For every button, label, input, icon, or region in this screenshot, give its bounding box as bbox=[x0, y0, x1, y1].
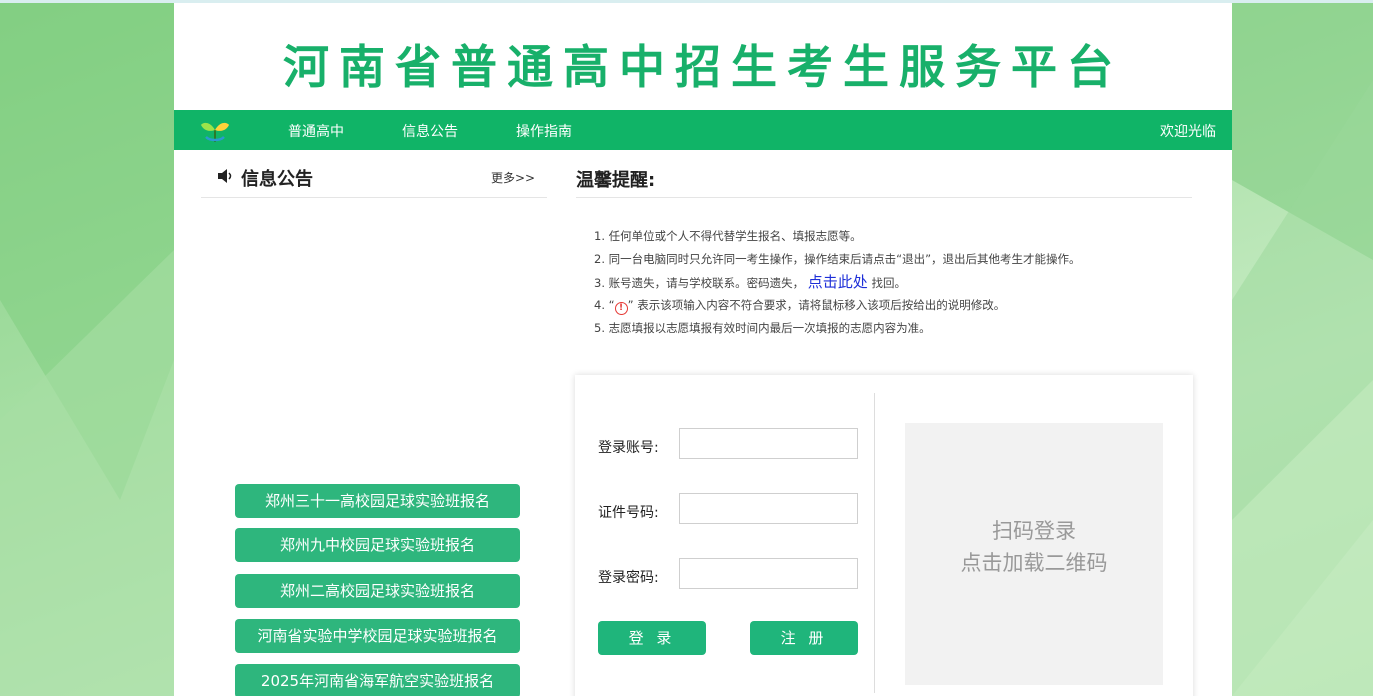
reminder-item-4-suffix: ” 表示该项输入内容不符合要求，请将鼠标移入该项后按给出的说明修改。 bbox=[627, 298, 1006, 312]
reminder-item-3-suffix: 找回。 bbox=[871, 276, 906, 290]
panel-divider bbox=[874, 393, 875, 693]
id-number-label: 证件号码: bbox=[598, 505, 659, 521]
reminder-item-4: 4. “!” 表示该项输入内容不符合要求，请将鼠标移入该项后按给出的说明修改。 bbox=[594, 294, 1214, 317]
reminder-item-4-prefix: 4. “ bbox=[594, 298, 615, 312]
reminder-item-2: 2. 同一台电脑同时只允许同一考生操作，操作结束后请点击“退出”，退出后其他考生… bbox=[594, 252, 1081, 266]
signup-button-zz2-football[interactable]: 郑州二高校园足球实验班报名 bbox=[235, 574, 520, 608]
reminder-list: 1. 任何单位或个人不得代替学生报名、填报志愿等。 2. 同一台电脑同时只允许同… bbox=[594, 225, 1214, 340]
qr-load-hint: 点击加载二维码 bbox=[960, 551, 1108, 575]
qr-login-title: 扫码登录 bbox=[992, 519, 1076, 543]
password-label: 登录密码: bbox=[598, 570, 659, 586]
reminder-item-3-prefix: 3. 账号遗失，请与学校联系。密码遗失， bbox=[594, 276, 805, 290]
id-number-input[interactable] bbox=[679, 493, 858, 524]
account-label: 登录账号: bbox=[598, 440, 659, 456]
news-title: 信息公告 bbox=[241, 169, 313, 190]
welcome-text: 欢迎光临 bbox=[1160, 124, 1216, 140]
password-input[interactable] bbox=[679, 558, 858, 589]
login-button[interactable]: 登 录 bbox=[598, 621, 706, 655]
qr-login-box[interactable]: 扫码登录 点击加载二维码 bbox=[905, 423, 1163, 685]
nav-item-high-school[interactable]: 普通高中 bbox=[288, 121, 344, 141]
nav-item-announcements[interactable]: 信息公告 bbox=[402, 121, 458, 141]
nav-item-guide[interactable]: 操作指南 bbox=[516, 121, 572, 141]
news-more-link[interactable]: 更多>> bbox=[491, 169, 535, 186]
nav-bar: 普通高中 信息公告 操作指南 欢迎光临 bbox=[174, 110, 1232, 150]
signup-button-navy-aviation[interactable]: 2025年河南省海军航空实验班报名 bbox=[235, 664, 520, 696]
signup-button-henan-experimental-football[interactable]: 河南省实验中学校园足球实验班报名 bbox=[235, 619, 520, 653]
error-warning-icon: ! bbox=[614, 302, 628, 315]
sprout-logo-icon bbox=[201, 122, 229, 142]
main-container: 河南省普通高中招生考生服务平台 普通高中 信息公告 操作指南 欢迎光临 信息公告… bbox=[174, 3, 1232, 696]
reminder-item-1: 1. 任何单位或个人不得代替学生报名、填报志愿等。 bbox=[594, 229, 862, 243]
signup-button-zz31-football[interactable]: 郑州三十一高校园足球实验班报名 bbox=[235, 484, 520, 518]
site-title: 河南省普通高中招生考生服务平台 bbox=[283, 40, 1123, 94]
register-button[interactable]: 注 册 bbox=[750, 621, 858, 655]
account-input[interactable] bbox=[679, 428, 858, 459]
recover-password-link[interactable]: 点击此处 bbox=[808, 273, 868, 291]
reminder-header: 温馨提醒: bbox=[576, 163, 1192, 198]
reminder-item-5: 5. 志愿填报以志愿填报有效时间内最后一次填报的志愿内容为准。 bbox=[594, 321, 931, 335]
news-header: 信息公告 更多>> bbox=[201, 163, 547, 198]
signup-button-zz9-football[interactable]: 郑州九中校园足球实验班报名 bbox=[235, 528, 520, 562]
login-panel: 登录账号: 证件号码: 登录密码: 登 录 注 册 扫码登录 点击加载二维码 bbox=[575, 375, 1193, 696]
speaker-icon bbox=[218, 169, 232, 183]
reminder-item-3: 3. 账号遗失，请与学校联系。密码遗失， 点击此处 找回。 bbox=[594, 271, 1214, 294]
reminder-title: 温馨提醒: bbox=[576, 170, 656, 191]
